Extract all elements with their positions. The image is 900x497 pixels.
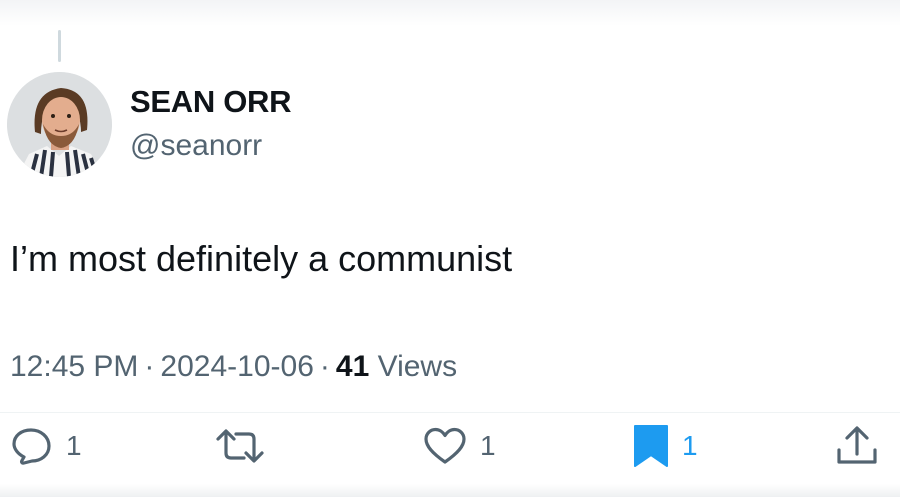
bookmark-button[interactable]: 1 bbox=[632, 425, 698, 467]
author-display-name[interactable]: SEAN ORR bbox=[130, 84, 292, 120]
divider bbox=[0, 412, 900, 413]
avatar[interactable] bbox=[7, 72, 112, 177]
reply-count: 1 bbox=[66, 430, 82, 461]
views-label: Views bbox=[377, 350, 458, 383]
reply-icon bbox=[12, 428, 51, 465]
meta-separator: · bbox=[319, 350, 330, 383]
thread-connector-line bbox=[58, 30, 61, 62]
like-count: 1 bbox=[480, 430, 496, 461]
views-count[interactable]: 41 bbox=[336, 350, 369, 383]
avatar-image bbox=[7, 72, 112, 177]
tweet-date[interactable]: 2024-10-06 bbox=[160, 350, 313, 383]
share-button[interactable] bbox=[834, 426, 880, 466]
author-handle[interactable]: @seanorr bbox=[130, 129, 262, 163]
share-icon bbox=[837, 426, 877, 464]
bookmark-icon bbox=[634, 425, 668, 467]
bottom-band bbox=[0, 484, 900, 497]
tweet-text: I’m most definitely a communist bbox=[10, 238, 513, 279]
top-band bbox=[0, 0, 900, 26]
tweet-meta: 12:45 PM · 2024-10-06 · 41 Views bbox=[10, 350, 457, 384]
reply-button[interactable]: 1 bbox=[10, 426, 82, 466]
retweet-button[interactable] bbox=[214, 426, 278, 466]
tweet-time[interactable]: 12:45 PM bbox=[10, 350, 138, 383]
heart-icon bbox=[424, 427, 466, 464]
bookmark-count: 1 bbox=[682, 430, 698, 461]
like-button[interactable]: 1 bbox=[422, 426, 496, 466]
retweet-icon bbox=[216, 429, 264, 463]
meta-separator: · bbox=[144, 350, 155, 383]
